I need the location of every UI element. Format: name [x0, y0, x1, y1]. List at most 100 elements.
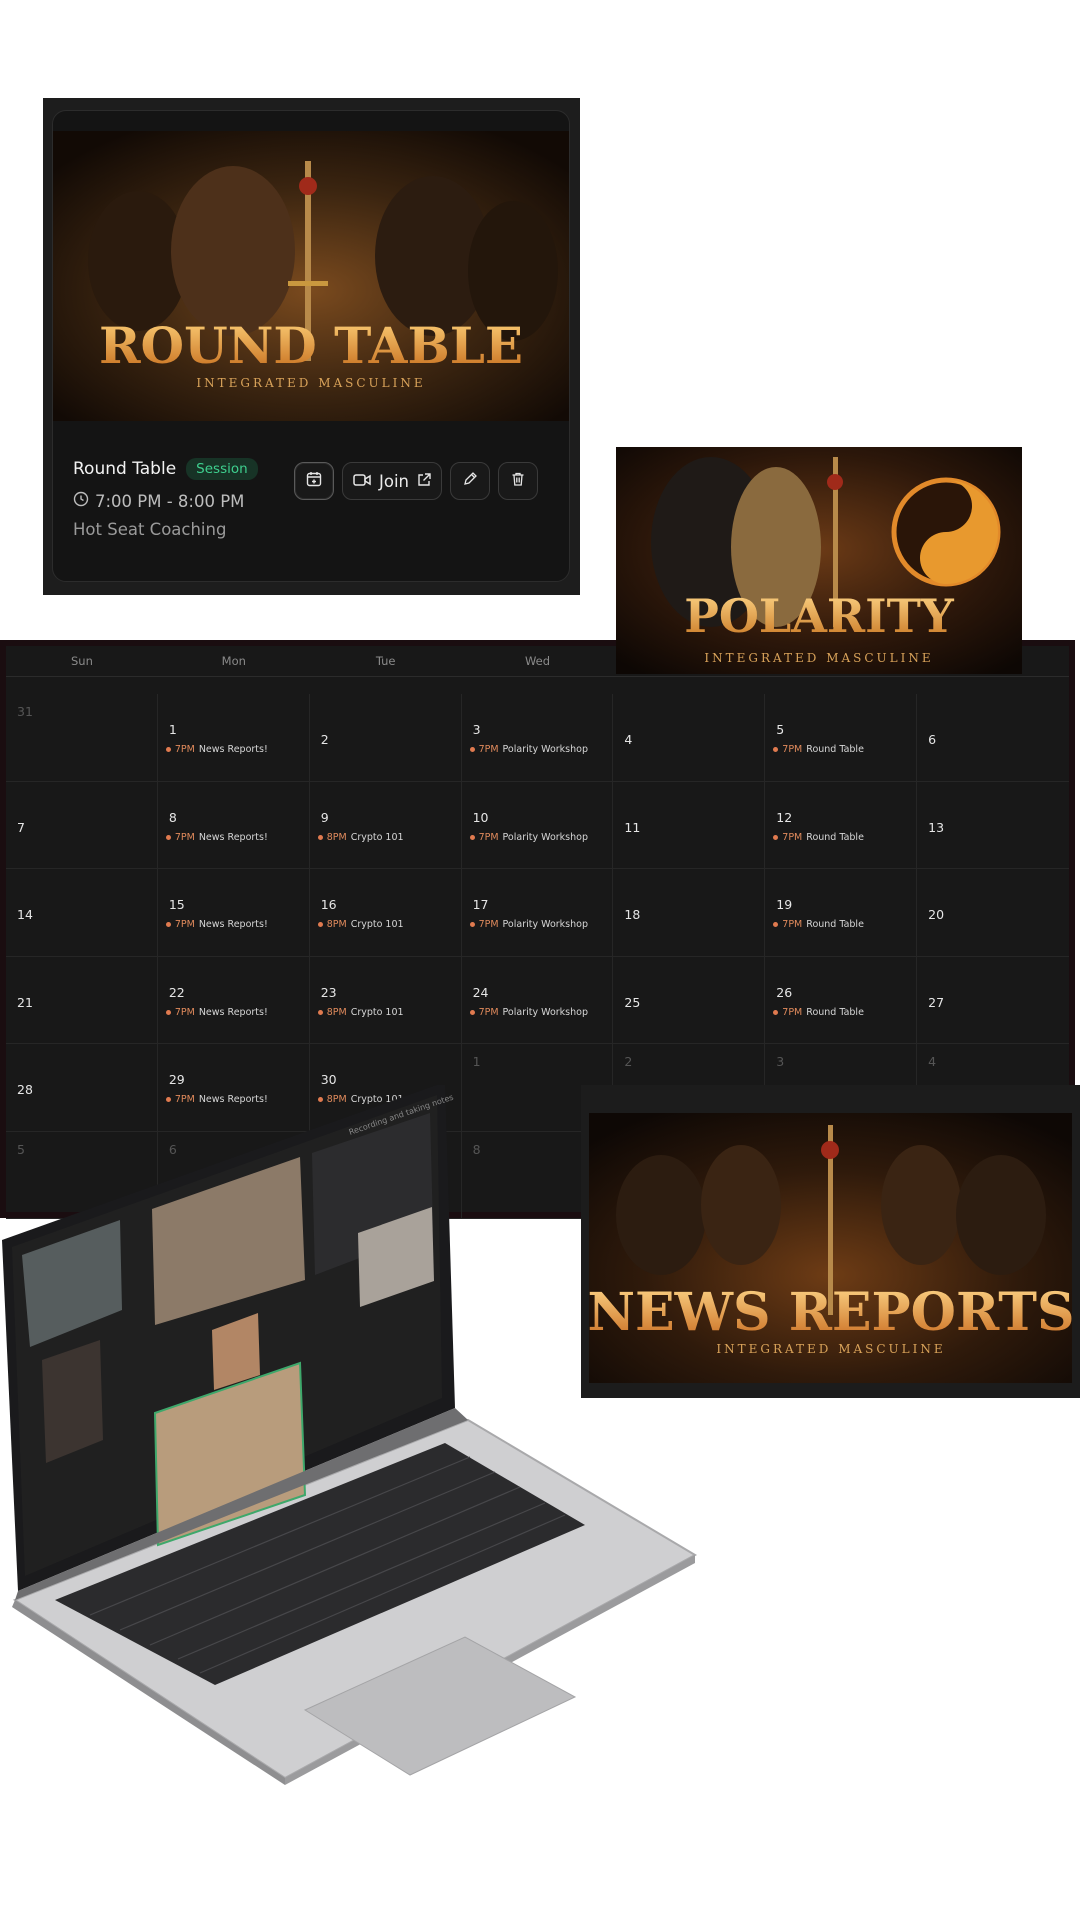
- calendar-event[interactable]: 7PM News Reports!: [165, 919, 268, 930]
- edit-button[interactable]: [450, 462, 491, 500]
- calendar-event[interactable]: 7PM Polarity Workshop: [469, 831, 588, 843]
- calendar-event[interactable]: 7PM Polarity Workshop: [469, 744, 588, 755]
- event-time: 7PM: [174, 744, 195, 755]
- add-to-calendar-button[interactable]: [294, 462, 334, 500]
- calendar-event[interactable]: 7PM News Reports!: [165, 744, 268, 755]
- event-dot-icon: [165, 834, 171, 840]
- calendar-day-cell[interactable]: 5 7PM Round Table: [765, 694, 918, 782]
- join-label: Join: [379, 471, 410, 491]
- calendar-day-cell[interactable]: 7: [6, 781, 158, 869]
- calendar-day-cell[interactable]: 25: [613, 956, 766, 1044]
- banner-title: ROUND TABLE: [99, 316, 523, 375]
- calendar-day-cell[interactable]: 19 7PM Round Table: [765, 869, 918, 957]
- event-name: Crypto 101: [350, 831, 404, 843]
- calendar-day-cell[interactable]: 10 7PM Polarity Workshop: [461, 781, 614, 869]
- calendar-day-cell[interactable]: 9 8PM Crypto 101: [309, 781, 462, 869]
- calendar-day-cell[interactable]: 16 8PM Crypto 101: [309, 869, 462, 957]
- polarity-subtitle: INTEGRATED MASCULINE: [704, 651, 933, 665]
- event-time: 8PM: [326, 831, 347, 843]
- day-number: 20: [928, 907, 945, 922]
- calendar-day-cell[interactable]: 22 7PM News Reports!: [157, 956, 310, 1044]
- day-number: 21: [17, 994, 33, 1010]
- calendar-day-cell[interactable]: 4: [613, 694, 766, 782]
- calendar-day-cell[interactable]: 15 7PM News Reports!: [157, 869, 310, 957]
- calendar-event[interactable]: 8PM Crypto 101: [317, 919, 404, 930]
- event-time: 7PM: [174, 1006, 195, 1018]
- polarity-title: POLARITY: [684, 589, 955, 643]
- day-number: 2: [320, 732, 329, 747]
- calendar-event[interactable]: 7PM Polarity Workshop: [469, 1006, 588, 1018]
- calendar-day-cell[interactable]: 17 7PM Polarity Workshop: [461, 869, 614, 957]
- calendar-day-cell[interactable]: 23 8PM Crypto 101: [309, 956, 462, 1044]
- event-name: News Reports!: [198, 1006, 268, 1018]
- day-number: 14: [17, 907, 33, 922]
- day-number: 27: [928, 994, 945, 1010]
- calendar-day-cell[interactable]: 20: [917, 869, 1069, 957]
- event-dot-icon: [165, 1009, 171, 1015]
- delete-button[interactable]: [498, 462, 539, 500]
- calendar-day-cell[interactable]: 11: [613, 781, 766, 869]
- calendar-event[interactable]: 7PM Round Table: [773, 1007, 864, 1018]
- event-time: 8PM: [326, 1006, 347, 1018]
- laptop-mockup: Recording and taking notes: [2, 1085, 698, 1785]
- event-time: 7PM: [478, 744, 499, 755]
- day-number: 7: [17, 819, 25, 835]
- round-table-banner: ROUND TABLE INTEGRATED MASCULINE: [53, 131, 569, 421]
- event-name: Polarity Workshop: [502, 831, 588, 843]
- calendar-day-cell[interactable]: 27: [917, 957, 1069, 1044]
- day-number: 31: [17, 704, 33, 719]
- event-name: Crypto 101: [350, 919, 404, 930]
- calendar-day-cell[interactable]: 13: [917, 782, 1069, 869]
- calendar-day-cell[interactable]: 8 7PM News Reports!: [157, 781, 310, 869]
- event-card-frame: ROUND TABLE INTEGRATED MASCULINE Round T…: [43, 98, 580, 595]
- trash-icon: [510, 471, 526, 491]
- weekday-label: Mon: [221, 654, 246, 668]
- event-card[interactable]: ROUND TABLE INTEGRATED MASCULINE Round T…: [52, 110, 570, 582]
- event-name: Round Table: [806, 1006, 864, 1018]
- event-time: 7PM: [478, 831, 499, 843]
- calendar-event[interactable]: 7PM Round Table: [773, 744, 864, 755]
- event-dot-icon: [773, 747, 779, 752]
- calendar-day-cell[interactable]: 3 7PM Polarity Workshop: [461, 694, 614, 782]
- calendar-event[interactable]: 7PM Round Table: [773, 919, 864, 930]
- calendar-event[interactable]: 7PM News Reports!: [165, 831, 268, 843]
- day-number: 2: [624, 1054, 633, 1069]
- calendar-day-cell[interactable]: 26 7PM Round Table: [765, 956, 918, 1044]
- join-button[interactable]: Join: [342, 462, 443, 500]
- event-name: Polarity Workshop: [502, 744, 588, 755]
- event-dot-icon: [469, 1009, 475, 1015]
- calendar-event[interactable]: 8PM Crypto 101: [317, 1006, 404, 1018]
- calendar-day-cell[interactable]: 6: [917, 694, 1069, 782]
- calendar-event[interactable]: 7PM Round Table: [773, 832, 864, 843]
- calendar-day-cell[interactable]: 1 7PM News Reports!: [157, 694, 310, 782]
- event-dot-icon: [469, 834, 475, 840]
- event-name: News Reports!: [198, 919, 268, 930]
- calendar-add-icon: [305, 470, 323, 492]
- day-number: 19: [776, 897, 793, 912]
- event-name: Polarity Workshop: [502, 1006, 588, 1018]
- event-name: News Reports!: [198, 831, 268, 843]
- event-dot-icon: [165, 747, 171, 752]
- event-description: Hot Seat Coaching: [73, 520, 227, 539]
- event-dot-icon: [469, 747, 475, 752]
- event-time: 7PM: [782, 744, 803, 755]
- day-number: 1: [472, 1054, 481, 1069]
- calendar-event[interactable]: 7PM News Reports!: [165, 1006, 268, 1018]
- polarity-poster: POLARITY INTEGRATED MASCULINE: [616, 447, 1022, 674]
- event-time: 7PM: [782, 831, 803, 843]
- calendar-event[interactable]: 7PM Polarity Workshop: [469, 919, 588, 930]
- weekday-label: Wed: [524, 654, 551, 668]
- calendar-day-cell[interactable]: 12 7PM Round Table: [765, 781, 918, 869]
- day-number: 12: [776, 809, 793, 825]
- day-number: 6: [928, 732, 937, 747]
- calendar-event[interactable]: 8PM Crypto 101: [317, 831, 404, 843]
- calendar-day-cell[interactable]: 18: [613, 869, 766, 957]
- calendar-day-cell[interactable]: 14: [6, 869, 158, 957]
- calendar-day-cell[interactable]: 31: [6, 694, 158, 782]
- calendar-day-cell[interactable]: 2: [309, 694, 462, 782]
- event-dot-icon: [165, 922, 171, 927]
- calendar-day-cell[interactable]: 24 7PM Polarity Workshop: [461, 956, 614, 1044]
- event-time: 8PM: [326, 919, 347, 930]
- calendar-day-cell[interactable]: 21: [6, 956, 158, 1044]
- day-number: 1: [168, 722, 177, 737]
